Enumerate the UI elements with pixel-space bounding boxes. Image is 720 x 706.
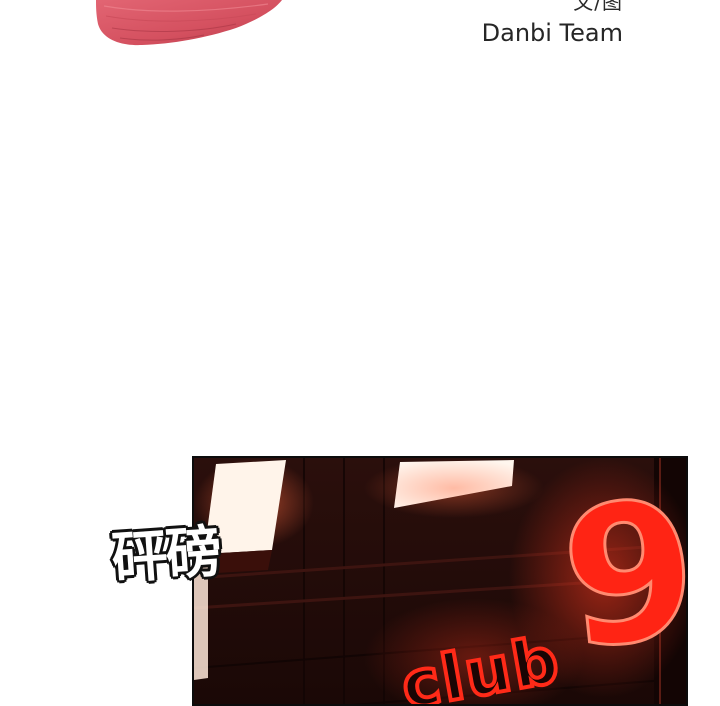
credit-team: Danbi Team bbox=[481, 19, 623, 47]
neon-sign-word: club bbox=[396, 623, 566, 706]
comic-page: 文/图 Danbi Team 9 club 砰磅 bbox=[0, 0, 720, 706]
credits-block: 文/图 Danbi Team bbox=[482, 0, 623, 50]
credit-role: 文/图 bbox=[573, 0, 623, 14]
brush-stroke-decoration bbox=[96, 0, 282, 46]
neon-sign-number: 9 bbox=[553, 458, 688, 692]
sound-effect-text: 砰磅 bbox=[108, 518, 223, 593]
neon-sign: 9 club bbox=[394, 458, 688, 706]
comic-panel: 9 club bbox=[192, 456, 688, 706]
